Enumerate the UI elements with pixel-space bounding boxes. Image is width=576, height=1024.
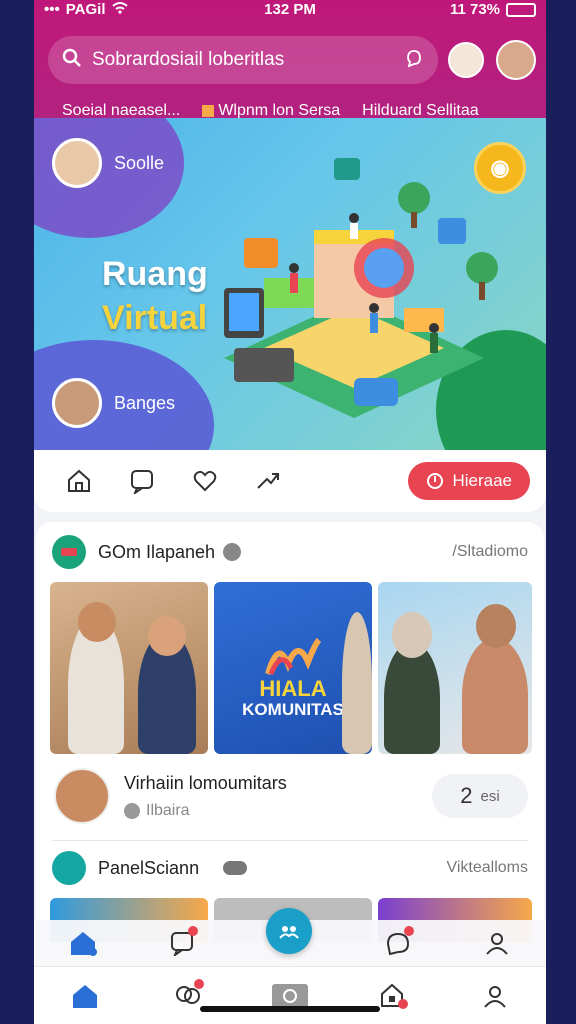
nav-home-alt[interactable] [63, 926, 103, 960]
feed-card: GOm Ilapaneh /Sltadiomo HIALA KOMUNITAS [36, 522, 544, 942]
join-icon [427, 473, 444, 489]
banner-user-top-name: Soolle [114, 152, 165, 173]
battery-label: 11 73% [449, 1, 500, 18]
group-header-2[interactable]: PanelSciann Viktealloms [52, 850, 528, 886]
nav-profile[interactable] [475, 979, 515, 1013]
banner-user-bottom[interactable]: Banges [52, 378, 175, 428]
person-head [148, 616, 186, 656]
share-icon[interactable] [253, 466, 283, 496]
user-avatar [52, 378, 102, 428]
heart-icon[interactable] [190, 466, 220, 496]
badge [404, 926, 415, 936]
group-name-2: PanelSciann [98, 857, 200, 878]
photo-komunitas-logo[interactable]: HIALA KOMUNITAS [214, 582, 372, 754]
divider [52, 840, 528, 841]
action-bar: Hieraae [34, 450, 546, 512]
person-head [392, 612, 432, 658]
status-bar: ••• PAGil 132 PM 11 73% [34, 0, 546, 22]
chat-icon[interactable] [127, 466, 157, 496]
group-meta: /Sltadiomo [452, 543, 528, 560]
virtual-city-illustration [224, 158, 498, 418]
search-icon [62, 48, 82, 73]
voice-icon[interactable] [404, 48, 424, 73]
nav-home[interactable] [65, 979, 105, 1013]
home-icon[interactable] [64, 466, 94, 496]
badge [398, 998, 409, 1009]
profile-icon [483, 985, 506, 1008]
profile-avatar[interactable] [496, 40, 536, 80]
hero-banner[interactable]: Ruang Virtual Soolle Banges ◉ [34, 118, 546, 450]
photo-friends-phones[interactable] [378, 582, 532, 754]
person [462, 638, 528, 754]
create-icon [271, 983, 308, 1008]
app-header: ••• PAGil 132 PM 11 73% Sobrardosiail lo… [34, 0, 546, 130]
chip-webinar-label: Wlpnm lon Sersa [218, 102, 341, 119]
banner-user-bottom-name: Banges [114, 392, 176, 413]
home-indicator [200, 1006, 380, 1012]
calendar-icon [202, 104, 215, 117]
count-pill[interactable]: 2 esi [432, 774, 528, 818]
more-icon[interactable] [223, 861, 248, 875]
photo-gallery: HIALA KOMUNITAS [50, 582, 532, 754]
fab-button[interactable] [266, 908, 312, 954]
home-icon [73, 984, 98, 1008]
post-item[interactable]: Virhaiin lomoumitars Ilbaira 2 esi [54, 766, 528, 826]
group-meta-2: Viktealloms [446, 859, 528, 876]
group-icon [52, 535, 86, 569]
count-number: 2 [460, 783, 473, 808]
nav-chat-alt[interactable] [162, 926, 202, 960]
nav-community-alt[interactable] [378, 926, 418, 960]
location-icon [124, 802, 140, 819]
wave-logo-icon [265, 637, 322, 675]
person [342, 612, 372, 754]
post-title: Virhaiin lomoumitars [124, 772, 287, 793]
badge [193, 978, 204, 989]
person-head [78, 602, 116, 642]
person [384, 642, 440, 754]
people-icon [279, 926, 299, 939]
search-bar[interactable]: Sobrardosiail loberitlas [48, 36, 438, 84]
user-avatar [52, 138, 102, 188]
post-subtitle: Ilbaira [146, 801, 190, 819]
banner-title-line1: Ruang [102, 255, 208, 293]
friend-avatar[interactable] [448, 42, 484, 78]
banner-user-top[interactable]: Soolle [52, 138, 164, 188]
group-header[interactable]: GOm Ilapaneh /Sltadiomo [52, 534, 528, 570]
battery-icon [506, 2, 536, 17]
badge [187, 926, 198, 936]
photo-couple-tablet[interactable] [50, 582, 208, 754]
coin-icon[interactable]: ◉ [474, 142, 526, 194]
count-unit: esi [480, 787, 500, 805]
person-head [476, 604, 516, 648]
nav-profile-alt[interactable] [477, 926, 517, 960]
search-input[interactable]: Sobrardosiail loberitlas [92, 49, 404, 71]
banner-title-line2: Virtual [102, 299, 208, 337]
app-screen: ••• PAGil 132 PM 11 73% Sobrardosiail lo… [34, 0, 546, 1024]
verified-icon [223, 543, 242, 561]
bottom-nav [34, 966, 546, 1024]
join-button-label: Hieraae [452, 471, 512, 490]
join-button[interactable]: Hieraae [408, 462, 530, 500]
profile-icon [485, 933, 508, 955]
banner-title: Ruang Virtual [102, 252, 208, 340]
post-avatar [54, 768, 110, 824]
group-name: GOm Ilapaneh [98, 541, 216, 562]
group-icon [52, 851, 86, 885]
